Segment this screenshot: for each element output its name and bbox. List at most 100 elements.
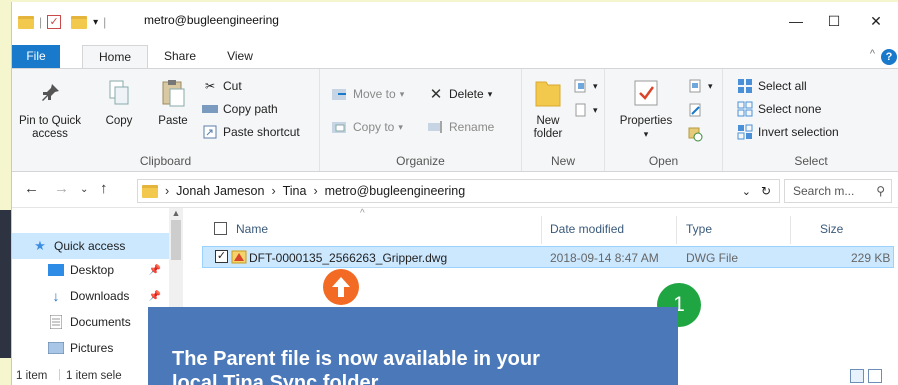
properties-check-icon <box>630 77 662 109</box>
breadcrumb-chevron-icon[interactable]: › <box>271 184 275 198</box>
folder-icon[interactable] <box>18 15 34 29</box>
breadcrumb-item[interactable]: Jonah Jameson <box>176 184 264 198</box>
select-all-button[interactable]: Select all <box>737 79 807 93</box>
organize-group: Move to ▾ ✕ Delete ▾ Copy to ▾ Rename Organi… <box>320 69 522 171</box>
chevron-down-icon: ▾ <box>643 129 649 139</box>
close-button[interactable]: ✕ <box>861 8 891 34</box>
tab-view[interactable]: View <box>220 45 260 69</box>
breadcrumb-item[interactable]: Tina <box>283 184 307 198</box>
copy-to-button[interactable]: Copy to ▾ <box>332 120 403 134</box>
easy-access-icon <box>572 103 588 117</box>
collapse-ribbon-icon[interactable]: ^ <box>870 48 875 60</box>
scroll-up-icon[interactable]: ▲ <box>169 208 183 218</box>
column-header-name[interactable]: Name <box>236 222 268 236</box>
address-bar-row: ← → ⌄ ↑ › Jonah Jameson › Tina › metro@b… <box>12 174 898 208</box>
address-input[interactable]: › Jonah Jameson › Tina › metro@bugleengi… <box>137 179 780 203</box>
history-icon <box>687 127 703 142</box>
chevron-down-icon: ▾ <box>398 121 403 132</box>
up-arrow-annotation-icon <box>323 269 359 305</box>
nav-item-downloads[interactable]: ↓ Downloads 📌 <box>12 283 169 309</box>
easy-access-button[interactable]: ▾ <box>572 103 598 117</box>
new-folder-icon <box>532 77 564 109</box>
callout-text-line-2: local Tina Sync folder <box>172 372 379 385</box>
refresh-icon[interactable]: ↻ <box>761 184 771 198</box>
column-header-date-modified[interactable]: Date modified <box>550 222 624 236</box>
open-group-label: Open <box>648 154 679 168</box>
tab-file[interactable]: File <box>12 45 60 69</box>
help-icon[interactable]: ? <box>881 49 897 65</box>
move-to-button[interactable]: Move to ▾ <box>332 87 404 101</box>
tutorial-callout: The Parent file is now available in your… <box>148 307 678 385</box>
breadcrumb-item[interactable]: metro@bugleengineering <box>325 184 466 198</box>
new-folder-icon[interactable] <box>71 15 88 29</box>
nav-item-desktop[interactable]: Desktop 📌 <box>12 257 169 283</box>
history-button[interactable] <box>687 127 708 142</box>
open-group: Properties ▾ ▾ Open <box>605 69 723 171</box>
file-size: 229 KB <box>851 251 891 265</box>
search-input[interactable]: Search m... ⚲ <box>784 179 892 203</box>
rename-button[interactable]: Rename <box>428 120 494 134</box>
open-button[interactable]: ▾ <box>687 79 713 93</box>
address-dropdown-chevron-icon[interactable]: ⌄ <box>742 185 751 198</box>
forward-arrow-icon[interactable]: → <box>54 180 69 197</box>
properties-check-icon[interactable]: ✓ <box>47 15 62 29</box>
breadcrumb-chevron-icon[interactable]: › <box>165 184 169 198</box>
folder-icon <box>142 184 158 198</box>
invert-selection-button[interactable]: Invert selection <box>737 124 839 140</box>
callout-text-line-1: The Parent file is now available in your <box>172 348 540 370</box>
open-icon <box>687 79 703 93</box>
up-arrow-icon[interactable]: ↑ <box>100 180 108 197</box>
item-count: 1 item <box>16 370 48 382</box>
scrollbar-thumb[interactable] <box>171 220 181 260</box>
file-checkbox[interactable]: ✓ <box>215 250 228 263</box>
paste-shortcut-button[interactable]: Paste shortcut <box>202 125 300 139</box>
back-arrow-icon[interactable]: ← <box>24 180 39 197</box>
file-row[interactable]: ✓ DFT-0000135_2566263_Gripper.dwg 2018-0… <box>202 246 894 268</box>
select-none-button[interactable]: Select none <box>737 101 821 117</box>
selected-count: 1 item sele <box>66 370 122 382</box>
details-view-icon[interactable] <box>850 369 864 383</box>
select-all-icon <box>737 79 753 93</box>
ribbon-tabs: File Home Share View ^ ? <box>12 42 898 69</box>
nav-item-quick-access[interactable]: ★ Quick access <box>12 233 169 259</box>
clipboard-group: Pin to Quick access Copy Paste ✂ Cut Copy… <box>12 69 320 171</box>
paste-shortcut-icon <box>202 125 218 139</box>
documents-icon <box>48 315 64 329</box>
cut-button[interactable]: ✂ Cut <box>202 79 242 93</box>
recent-locations-chevron-icon[interactable]: ⌄ <box>80 184 88 195</box>
new-group: New folder ▾ ▾ New <box>522 69 605 171</box>
column-header-size[interactable]: Size <box>820 222 843 236</box>
ribbon: Pin to Quick access Copy Paste ✂ Cut Copy… <box>12 68 898 172</box>
new-item-button[interactable]: ▾ <box>572 79 598 93</box>
chevron-down-icon: ▾ <box>593 80 598 91</box>
pin-icon <box>34 77 66 109</box>
edit-button[interactable] <box>687 103 708 117</box>
properties-button[interactable]: Properties ▾ <box>615 77 677 141</box>
nav-item-pictures[interactable]: Pictures <box>12 335 169 361</box>
search-icon[interactable]: ⚲ <box>876 184 885 198</box>
minimize-button[interactable]: — <box>781 8 811 34</box>
star-icon: ★ <box>34 238 46 253</box>
quick-access-toolbar: | ✓ ▾ | <box>18 13 111 31</box>
tab-share[interactable]: Share <box>158 45 202 69</box>
tab-home[interactable]: Home <box>82 45 148 69</box>
delete-button[interactable]: ✕ Delete ▾ <box>428 86 493 103</box>
maximize-button[interactable]: ☐ <box>819 8 849 34</box>
paste-icon <box>157 77 189 109</box>
breadcrumb-chevron-icon[interactable]: › <box>313 184 317 198</box>
column-header-type[interactable]: Type <box>686 222 712 236</box>
clipboard-group-label: Clipboard <box>139 154 192 168</box>
nav-item-documents[interactable]: Documents <box>12 309 169 335</box>
copy-path-button[interactable]: Copy path <box>202 102 278 116</box>
new-group-label: New <box>550 154 575 168</box>
new-folder-button[interactable]: New folder <box>526 77 570 141</box>
customize-qat-chevron-icon[interactable]: ▾ <box>93 17 98 28</box>
edit-icon <box>687 103 703 117</box>
large-icons-view-icon[interactable] <box>868 369 882 383</box>
copy-button[interactable]: Copy <box>102 77 136 128</box>
select-none-icon <box>737 101 753 117</box>
pin-icon: 📌 <box>148 264 161 276</box>
paste-button[interactable]: Paste <box>154 77 192 128</box>
pin-to-quick-access-button[interactable]: Pin to Quick access <box>18 77 82 141</box>
select-all-checkbox[interactable] <box>214 222 227 235</box>
